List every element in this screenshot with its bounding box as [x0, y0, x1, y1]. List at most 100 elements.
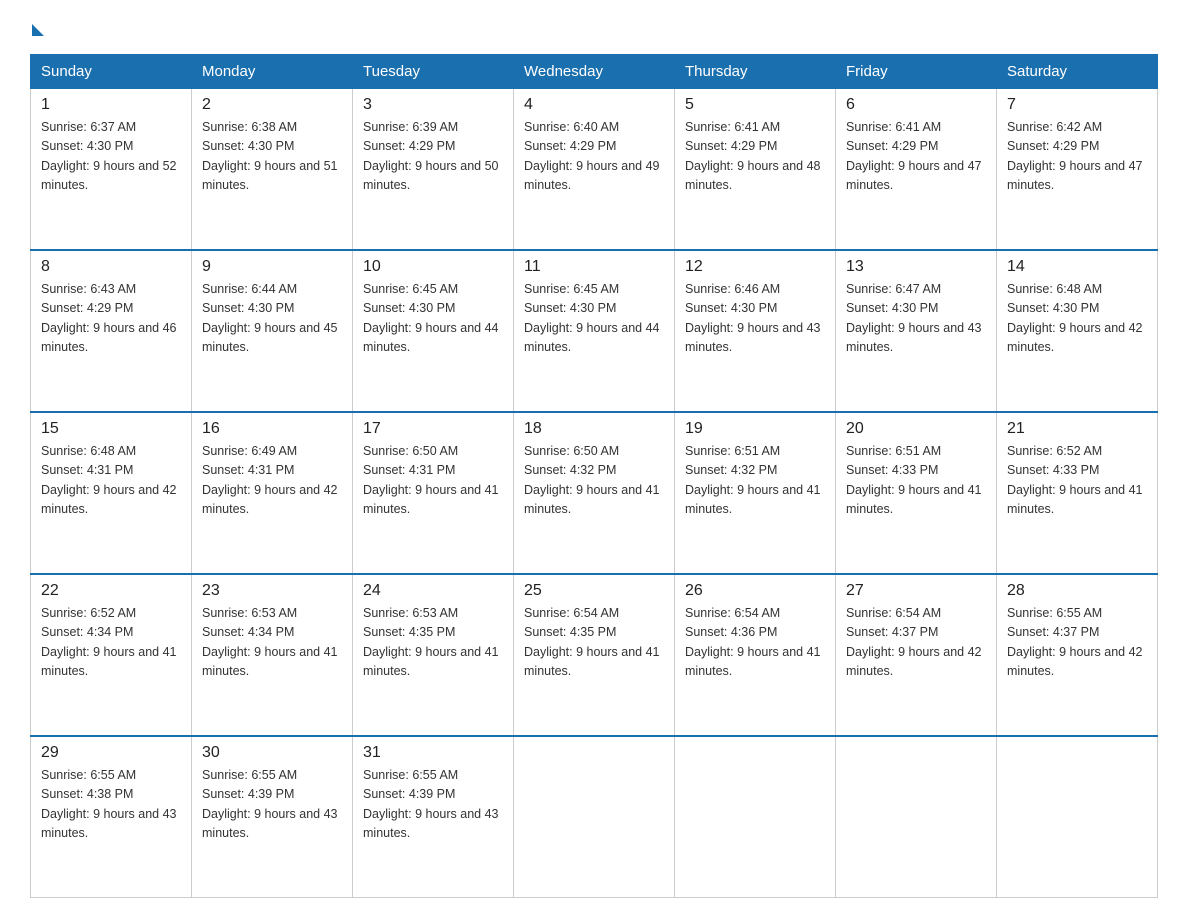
- day-info: Sunrise: 6:48 AMSunset: 4:30 PMDaylight:…: [1007, 280, 1147, 358]
- day-info: Sunrise: 6:55 AMSunset: 4:37 PMDaylight:…: [1007, 604, 1147, 682]
- day-info: Sunrise: 6:51 AMSunset: 4:32 PMDaylight:…: [685, 442, 825, 520]
- day-info: Sunrise: 6:55 AMSunset: 4:38 PMDaylight:…: [41, 766, 181, 844]
- day-info: Sunrise: 6:43 AMSunset: 4:29 PMDaylight:…: [41, 280, 181, 358]
- calendar-cell: 8 Sunrise: 6:43 AMSunset: 4:29 PMDayligh…: [31, 250, 192, 412]
- calendar-cell: 12 Sunrise: 6:46 AMSunset: 4:30 PMDaylig…: [675, 250, 836, 412]
- calendar-cell: 31 Sunrise: 6:55 AMSunset: 4:39 PMDaylig…: [353, 736, 514, 897]
- calendar-cell: 16 Sunrise: 6:49 AMSunset: 4:31 PMDaylig…: [192, 412, 353, 574]
- day-info: Sunrise: 6:54 AMSunset: 4:37 PMDaylight:…: [846, 604, 986, 682]
- day-number: 14: [1007, 258, 1147, 276]
- calendar-cell: [997, 736, 1158, 897]
- calendar-header-sunday: Sunday: [31, 55, 192, 89]
- day-number: 12: [685, 258, 825, 276]
- day-info: Sunrise: 6:41 AMSunset: 4:29 PMDaylight:…: [846, 118, 986, 196]
- day-number: 19: [685, 420, 825, 438]
- day-number: 30: [202, 744, 342, 762]
- calendar-header-wednesday: Wednesday: [514, 55, 675, 89]
- logo: [30, 20, 44, 36]
- day-number: 8: [41, 258, 181, 276]
- calendar-cell: 19 Sunrise: 6:51 AMSunset: 4:32 PMDaylig…: [675, 412, 836, 574]
- calendar-week-row: 22 Sunrise: 6:52 AMSunset: 4:34 PMDaylig…: [31, 574, 1158, 736]
- day-number: 11: [524, 258, 664, 276]
- day-number: 23: [202, 582, 342, 600]
- day-number: 5: [685, 96, 825, 114]
- day-number: 27: [846, 582, 986, 600]
- day-number: 16: [202, 420, 342, 438]
- day-info: Sunrise: 6:54 AMSunset: 4:35 PMDaylight:…: [524, 604, 664, 682]
- calendar-week-row: 15 Sunrise: 6:48 AMSunset: 4:31 PMDaylig…: [31, 412, 1158, 574]
- calendar-cell: 20 Sunrise: 6:51 AMSunset: 4:33 PMDaylig…: [836, 412, 997, 574]
- day-number: 20: [846, 420, 986, 438]
- calendar-cell: [836, 736, 997, 897]
- day-number: 1: [41, 96, 181, 114]
- calendar-cell: [514, 736, 675, 897]
- calendar-table: SundayMondayTuesdayWednesdayThursdayFrid…: [30, 54, 1158, 898]
- day-number: 26: [685, 582, 825, 600]
- calendar-cell: 5 Sunrise: 6:41 AMSunset: 4:29 PMDayligh…: [675, 89, 836, 250]
- calendar-header-saturday: Saturday: [997, 55, 1158, 89]
- calendar-cell: [675, 736, 836, 897]
- calendar-cell: 22 Sunrise: 6:52 AMSunset: 4:34 PMDaylig…: [31, 574, 192, 736]
- day-info: Sunrise: 6:53 AMSunset: 4:34 PMDaylight:…: [202, 604, 342, 682]
- calendar-cell: 14 Sunrise: 6:48 AMSunset: 4:30 PMDaylig…: [997, 250, 1158, 412]
- day-info: Sunrise: 6:40 AMSunset: 4:29 PMDaylight:…: [524, 118, 664, 196]
- day-info: Sunrise: 6:41 AMSunset: 4:29 PMDaylight:…: [685, 118, 825, 196]
- calendar-cell: 10 Sunrise: 6:45 AMSunset: 4:30 PMDaylig…: [353, 250, 514, 412]
- calendar-cell: 7 Sunrise: 6:42 AMSunset: 4:29 PMDayligh…: [997, 89, 1158, 250]
- day-number: 7: [1007, 96, 1147, 114]
- day-number: 3: [363, 96, 503, 114]
- day-info: Sunrise: 6:48 AMSunset: 4:31 PMDaylight:…: [41, 442, 181, 520]
- day-info: Sunrise: 6:45 AMSunset: 4:30 PMDaylight:…: [524, 280, 664, 358]
- day-number: 17: [363, 420, 503, 438]
- calendar-cell: 15 Sunrise: 6:48 AMSunset: 4:31 PMDaylig…: [31, 412, 192, 574]
- day-info: Sunrise: 6:55 AMSunset: 4:39 PMDaylight:…: [202, 766, 342, 844]
- day-number: 15: [41, 420, 181, 438]
- day-info: Sunrise: 6:51 AMSunset: 4:33 PMDaylight:…: [846, 442, 986, 520]
- calendar-cell: 13 Sunrise: 6:47 AMSunset: 4:30 PMDaylig…: [836, 250, 997, 412]
- logo-triangle-icon: [32, 24, 44, 36]
- day-info: Sunrise: 6:49 AMSunset: 4:31 PMDaylight:…: [202, 442, 342, 520]
- calendar-cell: 27 Sunrise: 6:54 AMSunset: 4:37 PMDaylig…: [836, 574, 997, 736]
- calendar-cell: 18 Sunrise: 6:50 AMSunset: 4:32 PMDaylig…: [514, 412, 675, 574]
- day-number: 29: [41, 744, 181, 762]
- calendar-header-monday: Monday: [192, 55, 353, 89]
- calendar-cell: 3 Sunrise: 6:39 AMSunset: 4:29 PMDayligh…: [353, 89, 514, 250]
- calendar-cell: 17 Sunrise: 6:50 AMSunset: 4:31 PMDaylig…: [353, 412, 514, 574]
- day-info: Sunrise: 6:47 AMSunset: 4:30 PMDaylight:…: [846, 280, 986, 358]
- day-info: Sunrise: 6:52 AMSunset: 4:33 PMDaylight:…: [1007, 442, 1147, 520]
- calendar-cell: 1 Sunrise: 6:37 AMSunset: 4:30 PMDayligh…: [31, 89, 192, 250]
- day-number: 25: [524, 582, 664, 600]
- calendar-cell: 2 Sunrise: 6:38 AMSunset: 4:30 PMDayligh…: [192, 89, 353, 250]
- day-info: Sunrise: 6:50 AMSunset: 4:31 PMDaylight:…: [363, 442, 503, 520]
- calendar-header-row: SundayMondayTuesdayWednesdayThursdayFrid…: [31, 55, 1158, 89]
- calendar-cell: 4 Sunrise: 6:40 AMSunset: 4:29 PMDayligh…: [514, 89, 675, 250]
- calendar-header-thursday: Thursday: [675, 55, 836, 89]
- calendar-cell: 30 Sunrise: 6:55 AMSunset: 4:39 PMDaylig…: [192, 736, 353, 897]
- day-number: 21: [1007, 420, 1147, 438]
- header: [30, 20, 1158, 36]
- day-info: Sunrise: 6:46 AMSunset: 4:30 PMDaylight:…: [685, 280, 825, 358]
- calendar-cell: 28 Sunrise: 6:55 AMSunset: 4:37 PMDaylig…: [997, 574, 1158, 736]
- calendar-cell: 6 Sunrise: 6:41 AMSunset: 4:29 PMDayligh…: [836, 89, 997, 250]
- day-number: 28: [1007, 582, 1147, 600]
- day-number: 31: [363, 744, 503, 762]
- day-info: Sunrise: 6:53 AMSunset: 4:35 PMDaylight:…: [363, 604, 503, 682]
- day-info: Sunrise: 6:44 AMSunset: 4:30 PMDaylight:…: [202, 280, 342, 358]
- day-info: Sunrise: 6:52 AMSunset: 4:34 PMDaylight:…: [41, 604, 181, 682]
- logo-text: [30, 20, 44, 36]
- day-number: 4: [524, 96, 664, 114]
- day-number: 6: [846, 96, 986, 114]
- day-number: 9: [202, 258, 342, 276]
- day-number: 10: [363, 258, 503, 276]
- calendar-cell: 9 Sunrise: 6:44 AMSunset: 4:30 PMDayligh…: [192, 250, 353, 412]
- day-info: Sunrise: 6:37 AMSunset: 4:30 PMDaylight:…: [41, 118, 181, 196]
- calendar-cell: 29 Sunrise: 6:55 AMSunset: 4:38 PMDaylig…: [31, 736, 192, 897]
- calendar-week-row: 1 Sunrise: 6:37 AMSunset: 4:30 PMDayligh…: [31, 89, 1158, 250]
- day-info: Sunrise: 6:45 AMSunset: 4:30 PMDaylight:…: [363, 280, 503, 358]
- day-info: Sunrise: 6:55 AMSunset: 4:39 PMDaylight:…: [363, 766, 503, 844]
- day-info: Sunrise: 6:42 AMSunset: 4:29 PMDaylight:…: [1007, 118, 1147, 196]
- calendar-cell: 25 Sunrise: 6:54 AMSunset: 4:35 PMDaylig…: [514, 574, 675, 736]
- calendar-week-row: 8 Sunrise: 6:43 AMSunset: 4:29 PMDayligh…: [31, 250, 1158, 412]
- day-number: 18: [524, 420, 664, 438]
- calendar-header-friday: Friday: [836, 55, 997, 89]
